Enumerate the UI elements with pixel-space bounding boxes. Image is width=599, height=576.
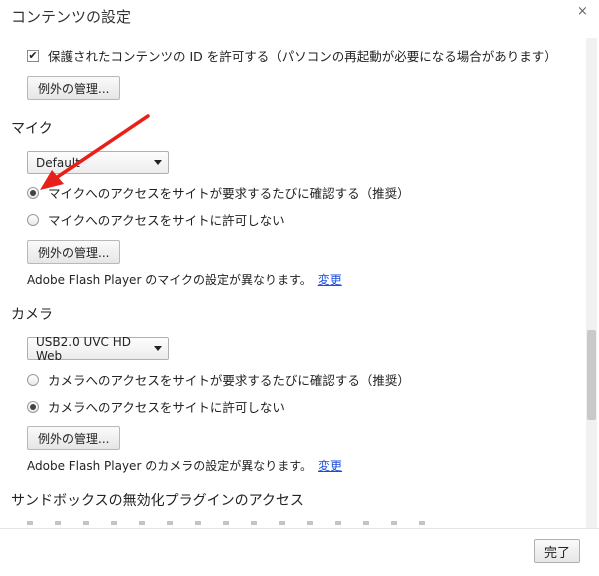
mic-section-title: マイク <box>11 121 53 137</box>
chevron-down-icon <box>154 346 162 351</box>
mic-ask-radio[interactable] <box>27 186 39 199</box>
camera-flash-note: Adobe Flash Player のカメラの設定が異なります。 変更 <box>27 457 342 474</box>
mic-block-label: マイクへのアクセスをサイトに許可しない <box>48 213 285 228</box>
protected-content-row[interactable]: ✔ 保護されたコンテンツの ID を許可する（パソコンの再起動が必要になる場合が… <box>27 46 557 65</box>
mic-exceptions-button[interactable]: 例外の管理... <box>27 240 121 264</box>
camera-option-ask[interactable]: カメラへのアクセスをサイトが要求するたびに確認する（推奨） <box>27 370 410 389</box>
camera-exceptions-button[interactable]: 例外の管理... <box>27 426 121 450</box>
clipped-content <box>27 521 447 525</box>
protected-content-checkbox[interactable]: ✔ <box>27 49 39 62</box>
mic-flash-note: Adobe Flash Player のマイクの設定が異なります。 変更 <box>27 271 342 288</box>
camera-section-title: カメラ <box>11 307 53 323</box>
scrollbar-track[interactable] <box>586 38 597 528</box>
camera-device-select-value: USB2.0 UVC HD Web <box>36 334 131 363</box>
mic-option-block[interactable]: マイクへのアクセスをサイトに許可しない <box>27 210 285 229</box>
protected-content-exceptions-button[interactable]: 例外の管理... <box>27 76 121 100</box>
mic-option-ask[interactable]: マイクへのアクセスをサイトが要求するたびに確認する（推奨） <box>27 183 410 202</box>
done-button[interactable]: 完了 <box>534 539 580 563</box>
chevron-down-icon <box>154 160 162 165</box>
camera-flash-note-text: Adobe Flash Player のカメラの設定が異なります。 <box>27 459 312 473</box>
close-icon[interactable]: × <box>577 4 588 19</box>
camera-device-select[interactable]: USB2.0 UVC HD Web <box>27 334 169 363</box>
camera-block-label: カメラへのアクセスをサイトに許可しない <box>48 400 285 415</box>
mic-device-select-value: Default <box>36 155 80 170</box>
camera-ask-label: カメラへのアクセスをサイトが要求するたびに確認する（推奨） <box>48 373 410 388</box>
mic-change-link[interactable]: 変更 <box>318 273 342 287</box>
camera-change-link[interactable]: 変更 <box>318 459 342 473</box>
camera-option-block[interactable]: カメラへのアクセスをサイトに許可しない <box>27 397 285 416</box>
scrollbar-thumb[interactable] <box>587 330 596 420</box>
content-settings-dialog: コンテンツの設定 × ✔ 保護されたコンテンツの ID を許可する（パソコンの再… <box>0 0 599 576</box>
sandbox-section-title: サンドボックスの無効化プラグインのアクセス <box>11 493 304 509</box>
mic-ask-label: マイクへのアクセスをサイトが要求するたびに確認する（推奨） <box>48 186 410 201</box>
mic-block-radio[interactable] <box>27 213 39 226</box>
protected-content-label: 保護されたコンテンツの ID を許可する（パソコンの再起動が必要になる場合があり… <box>48 49 557 64</box>
mic-device-select[interactable]: Default <box>27 151 169 174</box>
mic-flash-note-text: Adobe Flash Player のマイクの設定が異なります。 <box>27 273 312 287</box>
camera-ask-radio[interactable] <box>27 373 39 386</box>
camera-block-radio[interactable] <box>27 400 39 413</box>
dialog-title: コンテンツの設定 <box>11 8 132 26</box>
footer-divider <box>0 528 599 529</box>
